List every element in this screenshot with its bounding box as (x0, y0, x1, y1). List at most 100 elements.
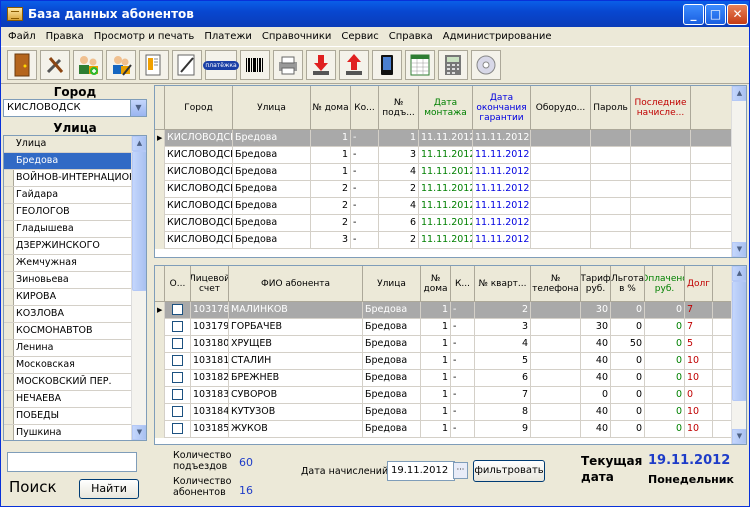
close-icon[interactable]: ✕ (727, 4, 748, 25)
menu-admin[interactable]: Администрирование (438, 31, 557, 42)
scroll-up-icon[interactable]: ▲ (132, 136, 146, 151)
table-row[interactable]: КИСЛОВОДСК Бредова 2-2 11.11.2012 11.11.2012 (155, 181, 733, 198)
menu-edit[interactable]: Правка (41, 31, 89, 42)
street-item[interactable]: ГЕОЛОГОВ (4, 204, 132, 221)
checkbox[interactable] (172, 321, 183, 332)
column-header[interactable]: Тариф руб. (581, 266, 611, 301)
table-row[interactable]: КИСЛОВОДСК Бредова 1-3 11.11.2012 11.11.2012 (155, 147, 733, 164)
checkbox[interactable] (172, 406, 183, 417)
row-checkbox[interactable] (165, 336, 191, 353)
row-checkbox[interactable] (165, 421, 191, 438)
find-button[interactable]: Найти (79, 479, 139, 499)
table-row[interactable]: КИСЛОВОДСК Бредова 3-2 11.11.2012 11.11.2012 (155, 232, 733, 249)
calendar-icon[interactable]: ··· (453, 462, 468, 479)
spreadsheet-icon[interactable] (405, 50, 435, 80)
column-header[interactable]: Пароль (591, 86, 631, 129)
menu-help[interactable]: Справка (384, 31, 438, 42)
add-user-icon[interactable] (73, 50, 103, 80)
street-list[interactable]: Улица ▶БредоваВОЙНОВ-ИНТЕРНАЦИОНГайдараГ… (3, 135, 147, 441)
checkbox[interactable] (172, 372, 183, 383)
column-header[interactable]: Оплачено руб. (645, 266, 685, 301)
menu-references[interactable]: Справочники (257, 31, 337, 42)
table-row[interactable]: КИСЛОВОДСК Бредова 1-4 11.11.2012 11.11.2012 (155, 164, 733, 181)
charge-date-input[interactable]: 19.11.2012 (387, 461, 455, 481)
menu-payments[interactable]: Платежи (199, 31, 257, 42)
street-item[interactable]: МОСКОВСКИЙ ПЕР. (4, 374, 132, 391)
street-item[interactable]: Бредова (4, 153, 132, 170)
column-header[interactable]: К... (451, 266, 475, 301)
phone-icon[interactable] (372, 50, 402, 80)
download-icon[interactable] (306, 50, 336, 80)
scroll-down-icon[interactable]: ▼ (732, 429, 746, 444)
street-item[interactable]: Ленина (4, 340, 132, 357)
edit-user-icon[interactable] (106, 50, 136, 80)
column-header[interactable]: Дата монтажа (419, 86, 473, 129)
scroll-up-icon[interactable]: ▲ (732, 266, 746, 281)
street-item[interactable]: Зиновьева (4, 272, 132, 289)
table-row[interactable]: КИСЛОВОДСК Бредова 2-6 11.11.2012 11.11.2012 (155, 215, 733, 232)
row-checkbox[interactable] (165, 319, 191, 336)
entrances-scrollbar[interactable]: ▲ ▼ (731, 86, 746, 257)
door-icon[interactable] (7, 50, 37, 80)
upload-icon[interactable] (339, 50, 369, 80)
scroll-down-icon[interactable]: ▼ (132, 425, 146, 440)
street-list-scrollbar[interactable]: ▲ ▼ (131, 136, 146, 440)
report-icon[interactable] (139, 50, 169, 80)
row-checkbox[interactable] (165, 387, 191, 404)
column-header[interactable]: Улица (233, 86, 311, 129)
street-item[interactable]: Пушкина (4, 425, 132, 440)
column-header[interactable]: № подъ... (379, 86, 419, 129)
barcode-icon[interactable] (240, 50, 270, 80)
menu-view-print[interactable]: Просмотр и печать (89, 31, 200, 42)
checkbox[interactable] (172, 338, 183, 349)
entrances-grid[interactable]: Город Улица № дома Ко... № подъ... Дата монта… (154, 85, 747, 258)
scroll-down-icon[interactable]: ▼ (732, 242, 746, 257)
city-select[interactable]: КИСЛОВОДСК ▼ (3, 99, 147, 117)
street-item[interactable]: КОЗЛОВА (4, 306, 132, 323)
column-header[interactable]: Дата окончания гарантии (473, 86, 531, 129)
street-item[interactable]: Гайдара (4, 187, 132, 204)
subscribers-grid[interactable]: О... Лицевой счет ФИО абонента Улица № дома К… (154, 265, 747, 445)
checkbox[interactable] (172, 355, 183, 366)
column-header[interactable]: Город (165, 86, 233, 129)
table-row[interactable]: 103181 СТАЛИН Бредова 1-5 40 0 0 10 (155, 353, 733, 370)
row-checkbox[interactable] (165, 353, 191, 370)
column-header[interactable]: Оборудо... (531, 86, 591, 129)
table-row[interactable]: 103179 ГОРБАЧЕВ Бредова 1-3 30 0 0 7 (155, 319, 733, 336)
street-item[interactable]: Гладышева (4, 221, 132, 238)
menu-service[interactable]: Сервис (336, 31, 383, 42)
row-checkbox[interactable] (165, 370, 191, 387)
pen-icon[interactable] (172, 50, 202, 80)
street-item[interactable]: НЕЧАЕВА (4, 391, 132, 408)
street-item[interactable]: Московская (4, 357, 132, 374)
subscribers-scrollbar[interactable]: ▲ ▼ (731, 266, 746, 444)
checkbox[interactable] (172, 304, 183, 315)
street-item[interactable]: КОСМОНАВТОВ (4, 323, 132, 340)
row-checkbox[interactable] (165, 404, 191, 421)
scroll-up-icon[interactable]: ▲ (732, 86, 746, 101)
column-header[interactable]: Последние начисле... (631, 86, 691, 129)
row-checkbox[interactable] (165, 302, 191, 319)
column-header[interactable]: Ко... (351, 86, 379, 129)
street-item[interactable]: Жемчужная (4, 255, 132, 272)
column-header[interactable]: Улица (363, 266, 421, 301)
minimize-icon[interactable]: _ (683, 4, 704, 25)
search-input[interactable] (7, 452, 137, 472)
street-item[interactable]: КИРОВА (4, 289, 132, 306)
column-header[interactable]: № дома (311, 86, 351, 129)
checkbox[interactable] (172, 389, 183, 400)
table-row[interactable]: 103184 КУТУЗОВ Бредова 1-8 40 0 0 10 (155, 404, 733, 421)
street-item[interactable]: ПОБЕДЫ (4, 408, 132, 425)
chevron-down-icon[interactable]: ▼ (130, 100, 146, 116)
street-item[interactable]: ДЗЕРЖИНСКОГО (4, 238, 132, 255)
table-row[interactable]: ▶ КИСЛОВОДСК Бредова 1-1 11.11.2012 11.11.201… (155, 130, 733, 147)
column-header[interactable]: № телефона (531, 266, 581, 301)
disc-icon[interactable] (471, 50, 501, 80)
menu-file[interactable]: Файл (3, 31, 41, 42)
scroll-thumb[interactable] (732, 281, 746, 401)
column-header[interactable]: Льгота в % (611, 266, 645, 301)
table-row[interactable]: 103182 БРЕЖНЕВ Бредова 1-6 40 0 0 10 (155, 370, 733, 387)
checkbox[interactable] (172, 423, 183, 434)
table-row[interactable]: КИСЛОВОДСК Бредова 2-4 11.11.2012 11.11.2012 (155, 198, 733, 215)
column-header[interactable]: № дома (421, 266, 451, 301)
